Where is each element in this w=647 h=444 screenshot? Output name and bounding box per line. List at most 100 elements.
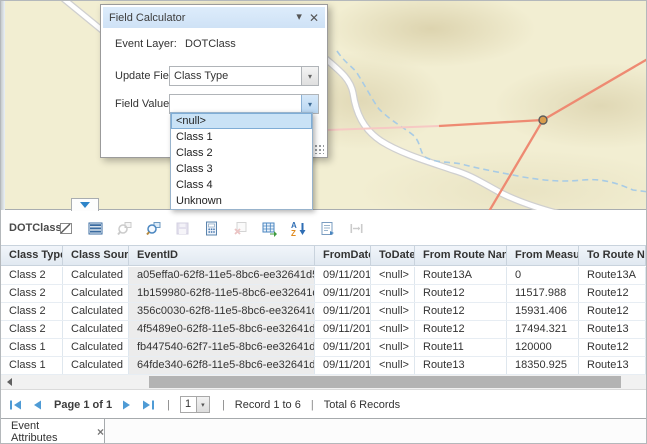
cell: 4f5489e0-62f8-11e5-8bc6-ee32641d5ec9	[129, 321, 315, 338]
dialog-title: Field Calculator	[109, 12, 289, 24]
cell: Route13	[579, 321, 646, 338]
cell: <null>	[371, 285, 415, 302]
dock-edge	[1, 1, 5, 210]
dropdown-option-class3[interactable]: Class 3	[171, 161, 312, 177]
cell: <null>	[371, 303, 415, 320]
horizontal-scrollbar[interactable]	[1, 375, 646, 390]
application-window: Field Calculator ▾ ✕ Event Layer: DOTCla…	[0, 0, 647, 444]
cell: 0	[507, 267, 579, 284]
cell: 18350.925	[507, 357, 579, 374]
chevron-down-icon[interactable]: ▾	[196, 397, 209, 412]
show-selected-records-icon[interactable]	[86, 219, 104, 237]
table-body: Class 2 Calculated a05effa0-62f8-11e5-8b…	[1, 267, 646, 375]
separator: |	[222, 399, 225, 411]
table-row[interactable]: Class 2 Calculated 1b159980-62f8-11e5-8b…	[1, 285, 646, 303]
update-field-value: Class Type	[170, 67, 301, 85]
column-header-eventid[interactable]: EventID	[129, 246, 315, 265]
add-records-icon[interactable]	[260, 219, 278, 237]
page-label: Page 1 of 1	[54, 399, 112, 411]
cell: <null>	[371, 267, 415, 284]
previous-page-button[interactable]	[32, 399, 42, 411]
field-value-select[interactable]: ▾	[169, 94, 319, 114]
table-toolbar: DOTClass	[1, 211, 646, 245]
cell: fb447540-62f7-11e5-8bc6-ee32641d5ec9	[129, 339, 315, 356]
minimize-icon[interactable]: ▾	[296, 12, 302, 23]
layer-name-label: DOTClass	[1, 222, 56, 234]
record-range-label: Record 1 to 6	[235, 399, 301, 411]
table-row[interactable]: Class 2 Calculated 356c0030-62f8-11e5-8b…	[1, 303, 646, 321]
cell: Calculated	[63, 285, 129, 302]
zoom-to-selected-icon[interactable]	[115, 219, 133, 237]
cell: Route13	[579, 357, 646, 374]
chevron-down-icon[interactable]: ▾	[301, 95, 318, 113]
select-features-icon[interactable]	[57, 219, 75, 237]
total-records-label: Total 6 Records	[324, 399, 400, 411]
event-layer-value: DOTClass	[185, 38, 236, 50]
cell: Route12	[579, 285, 646, 302]
cell: 09/11/2015	[315, 267, 371, 284]
page-number-select[interactable]: 1 ▾	[180, 396, 210, 413]
close-icon[interactable]: ✕	[309, 12, 319, 24]
cell: 11517.988	[507, 285, 579, 302]
stream-line	[337, 51, 646, 192]
chevron-down-icon	[80, 202, 90, 208]
column-header-fromdate[interactable]: FromDate	[315, 246, 371, 265]
cell: 15931.406	[507, 303, 579, 320]
cell: Calculated	[63, 267, 129, 284]
cell: Class 2	[1, 303, 63, 320]
table-row[interactable]: Class 1 Calculated 64fde340-62f8-11e5-8b…	[1, 357, 646, 375]
dropdown-option-null[interactable]: <null>	[171, 113, 312, 129]
cell: <null>	[371, 357, 415, 374]
table-row[interactable]: Class 2 Calculated 4f5489e0-62f8-11e5-8b…	[1, 321, 646, 339]
column-header-class-source[interactable]: Class Source	[63, 246, 129, 265]
save-edits-icon[interactable]	[173, 219, 191, 237]
dialog-titlebar[interactable]: Field Calculator ▾ ✕	[103, 7, 325, 28]
route-line-faint	[328, 126, 439, 130]
cell: 120000	[507, 339, 579, 356]
cell: Route13A	[579, 267, 646, 284]
cell: Route12	[415, 285, 507, 302]
cell: 1b159980-62f8-11e5-8bc6-ee32641d5ec9	[129, 285, 315, 302]
column-header-to-route-name[interactable]: To Route Name	[579, 246, 646, 265]
delete-selected-icon[interactable]	[231, 219, 249, 237]
dropdown-option-class1[interactable]: Class 1	[171, 129, 312, 145]
update-field-select[interactable]: Class Type ▾	[169, 66, 319, 86]
first-page-button[interactable]	[9, 399, 22, 411]
tab-label: Event Attributes	[11, 420, 86, 444]
dropdown-option-class2[interactable]: Class 2	[171, 145, 312, 161]
scroll-left-icon[interactable]	[7, 378, 12, 386]
tab-event-attributes[interactable]: Event Attributes ×	[1, 419, 105, 444]
column-header-from-route-name[interactable]: From Route Name	[415, 246, 507, 265]
panel-collapse-tab[interactable]	[71, 198, 99, 211]
cell: Route12	[579, 339, 646, 356]
table-row[interactable]: Class 1 Calculated fb447540-62f7-11e5-8b…	[1, 339, 646, 357]
bottom-tab-bar: Event Attributes ×	[1, 418, 646, 443]
dropdown-option-unknown[interactable]: Unknown	[171, 193, 312, 209]
table-row[interactable]: Class 2 Calculated a05effa0-62f8-11e5-8b…	[1, 267, 646, 285]
scrollbar-thumb[interactable]	[149, 376, 621, 388]
sort-ascending-icon[interactable]: AZ	[289, 219, 307, 237]
chevron-down-icon[interactable]: ▾	[301, 67, 318, 85]
resize-grip[interactable]	[313, 143, 324, 154]
cell: 17494.321	[507, 321, 579, 338]
column-header-todate[interactable]: ToDate	[371, 246, 415, 265]
table-header-row: Class Type Class Source EventID FromDate…	[1, 245, 646, 266]
column-header-from-measure[interactable]: From Measure	[507, 246, 579, 265]
field-value-dropdown-list: <null> Class 1 Class 2 Class 3 Class 4 U…	[170, 112, 313, 210]
field-calculator-icon[interactable]	[202, 219, 220, 237]
fit-columns-icon[interactable]	[347, 219, 365, 237]
next-page-button[interactable]	[122, 399, 132, 411]
page-number-value: 1	[181, 397, 196, 412]
cell: 09/11/2015	[315, 303, 371, 320]
event-layer-label: Event Layer:	[115, 38, 185, 50]
cell: Route13	[415, 357, 507, 374]
pan-to-selected-icon[interactable]	[144, 219, 162, 237]
dropdown-option-class4[interactable]: Class 4	[171, 177, 312, 193]
column-header-class-type[interactable]: Class Type	[1, 246, 63, 265]
report-icon[interactable]	[318, 219, 336, 237]
last-page-button[interactable]	[142, 399, 155, 411]
cell: Class 2	[1, 267, 63, 284]
close-icon[interactable]: ×	[97, 426, 104, 438]
cell: Class 1	[1, 339, 63, 356]
route-point-marker[interactable]	[539, 116, 547, 124]
